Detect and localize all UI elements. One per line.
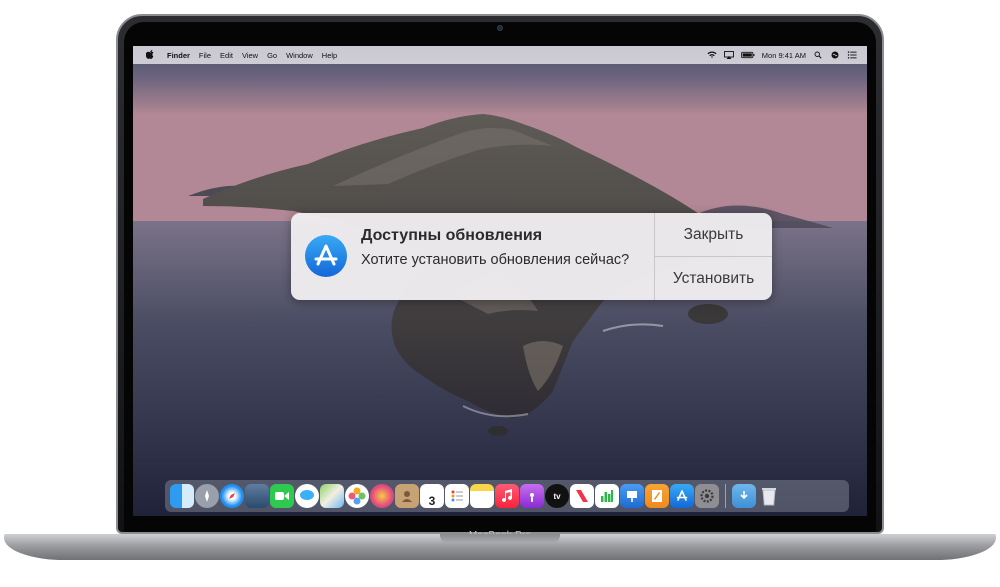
airplay-icon[interactable]: [723, 51, 734, 59]
menu-window[interactable]: Window: [286, 51, 313, 60]
wifi-icon[interactable]: [707, 51, 717, 59]
tv-icon-label: tv: [553, 491, 561, 501]
news-icon[interactable]: [570, 484, 594, 508]
calendar-icon[interactable]: 3: [420, 484, 444, 508]
numbers-icon[interactable]: [595, 484, 619, 508]
menu-edit[interactable]: Edit: [220, 51, 233, 60]
laptop-notch: [440, 534, 560, 543]
close-button[interactable]: Закрыть: [655, 213, 772, 256]
tv-icon[interactable]: tv: [545, 484, 569, 508]
siri-icon[interactable]: [830, 51, 840, 59]
menu-view[interactable]: View: [242, 51, 258, 60]
install-button[interactable]: Установить: [655, 257, 772, 300]
menu-help[interactable]: Help: [322, 51, 337, 60]
launchpad-icon[interactable]: [195, 484, 219, 508]
desktop-screen: Finder File Edit View Go Window Help Mon…: [133, 46, 867, 516]
safari-icon[interactable]: [220, 484, 244, 508]
keynote-icon[interactable]: [620, 484, 644, 508]
menu-bar: Finder File Edit View Go Window Help Mon…: [133, 46, 867, 64]
notes-icon[interactable]: [470, 484, 494, 508]
menu-file[interactable]: File: [199, 51, 211, 60]
menu-clock[interactable]: Mon 9:41 AM: [762, 51, 806, 60]
apple-menu-icon[interactable]: [145, 49, 155, 61]
music-icon[interactable]: [495, 484, 519, 508]
battery-icon[interactable]: [740, 51, 755, 59]
reminders-icon[interactable]: [445, 484, 469, 508]
notification-center-icon[interactable]: [847, 51, 857, 59]
menu-finder[interactable]: Finder: [167, 51, 190, 60]
notification-body: Хотите установить обновления сейчас?: [361, 252, 630, 268]
system-preferences-icon[interactable]: [695, 484, 719, 508]
facetime-icon[interactable]: [270, 484, 294, 508]
finder-icon[interactable]: [170, 484, 194, 508]
podcasts-icon[interactable]: [520, 484, 544, 508]
dock: 3 tv: [165, 480, 849, 512]
downloads-folder-icon[interactable]: [732, 484, 756, 508]
trash-icon[interactable]: [757, 484, 781, 508]
photos-app-icon[interactable]: [370, 484, 394, 508]
messages-icon[interactable]: [295, 484, 319, 508]
maps-icon[interactable]: [320, 484, 344, 508]
menu-go[interactable]: Go: [267, 51, 277, 60]
dock-separator: [725, 484, 726, 508]
search-icon[interactable]: [813, 51, 823, 59]
app-store-icon[interactable]: [670, 484, 694, 508]
calendar-day: 3: [428, 494, 436, 508]
camera-icon: [497, 25, 503, 31]
photo-booth-icon[interactable]: [245, 484, 269, 508]
pages-icon[interactable]: [645, 484, 669, 508]
notification-title: Доступны обновления: [361, 227, 543, 244]
app-store-icon: [305, 235, 347, 277]
photos-icon[interactable]: [345, 484, 369, 508]
update-notification: Доступны обновления Хотите установить об…: [291, 213, 772, 300]
contacts-icon[interactable]: [395, 484, 419, 508]
